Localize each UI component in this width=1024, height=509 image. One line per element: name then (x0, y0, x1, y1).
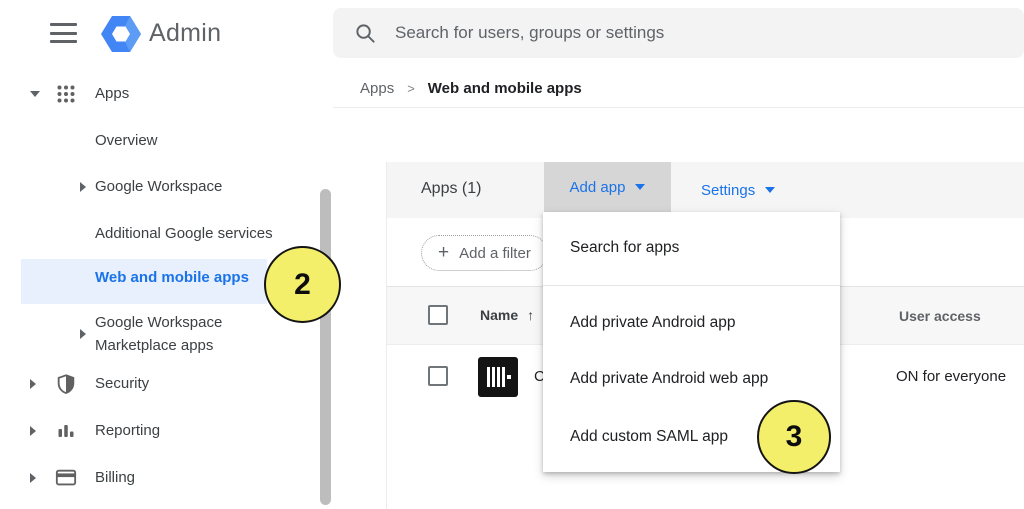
chevron-right-icon[interactable] (30, 473, 36, 483)
sidebar-item-label[interactable]: Google Workspace Marketplace apps (95, 311, 277, 357)
sidebar-item-label: Overview (95, 128, 158, 154)
menu-item-add-private-android-web-app[interactable]: Add private Android web app (543, 353, 840, 405)
sidebar-item-google-workspace[interactable]: Google Workspace (0, 174, 300, 200)
column-header-user-access: User access (899, 308, 981, 324)
settings-button[interactable]: Settings (701, 162, 775, 218)
select-all-checkbox[interactable] (428, 305, 448, 325)
sidebar-item-apps[interactable]: Apps (0, 81, 300, 107)
sidebar-item-label: Security (95, 371, 149, 397)
chevron-down-icon[interactable] (30, 91, 40, 97)
annotation-step-2-badge: 2 (264, 246, 341, 323)
breadcrumb-current: Web and mobile apps (428, 80, 582, 97)
menu-item-search-for-apps[interactable]: Search for apps (543, 212, 840, 284)
sidebar-item-security[interactable]: Security (0, 371, 300, 397)
chevron-right-icon[interactable] (30, 426, 36, 436)
search-icon (354, 22, 377, 45)
menu-item-add-private-android-app[interactable]: Add private Android app (543, 297, 840, 349)
credit-card-icon (55, 468, 77, 488)
breadcrumb-divider (333, 107, 1024, 108)
app-logo-icon (478, 357, 518, 397)
admin-hexagon-icon (99, 12, 143, 56)
annotation-step-3-badge: 3 (757, 400, 831, 474)
menu-divider (543, 285, 840, 286)
sidebar-item-label: Google Workspace (95, 174, 222, 200)
chevron-right-icon[interactable] (80, 182, 86, 192)
apps-toolbar: Apps (1) Add app Settings (387, 162, 1024, 218)
settings-label: Settings (701, 182, 755, 199)
dropdown-arrow-icon (635, 184, 645, 190)
sidebar-item-reporting[interactable]: Reporting (0, 418, 300, 444)
add-filter-chip[interactable]: + Add a filter (421, 235, 548, 271)
sort-ascending-icon: ↑ (527, 307, 534, 323)
bar-chart-icon (56, 421, 76, 441)
sidebar-item-label: Reporting (95, 418, 160, 444)
plus-icon: + (438, 242, 449, 264)
sidebar-item-label-selected[interactable]: Web and mobile apps (95, 269, 249, 286)
search-input[interactable] (395, 23, 955, 43)
row-checkbox[interactable] (428, 366, 448, 386)
sidebar-item-overview[interactable]: Overview (0, 128, 300, 154)
sidebar-item-label: Apps (95, 81, 129, 107)
shield-icon (55, 373, 77, 395)
dropdown-arrow-icon (765, 187, 775, 193)
user-access-cell: ON for everyone (896, 368, 1006, 385)
add-app-button[interactable]: Add app (544, 162, 671, 212)
column-header-name[interactable]: Name ↑ (480, 307, 534, 323)
column-name-label: Name (480, 307, 518, 323)
breadcrumb: Apps > Web and mobile apps (360, 80, 582, 97)
chevron-right-icon[interactable] (30, 379, 36, 389)
add-filter-label: Add a filter (459, 245, 531, 262)
add-app-label: Add app (570, 179, 626, 196)
apps-count-label: Apps (1) (421, 180, 481, 198)
breadcrumb-separator: > (407, 81, 415, 96)
sidebar-scrollbar-thumb[interactable] (320, 189, 331, 505)
chevron-right-icon[interactable] (80, 329, 86, 339)
sidebar-item-label: Billing (95, 465, 135, 491)
sidebar-item-label: Additional Google services (95, 221, 273, 247)
hamburger-menu-icon[interactable] (50, 23, 77, 43)
breadcrumb-parent-link[interactable]: Apps (360, 80, 394, 97)
global-search-bar[interactable] (333, 8, 1024, 58)
sidebar-item-billing[interactable]: Billing (0, 465, 300, 491)
sidebar-item-additional-google-services[interactable]: Additional Google services (0, 221, 300, 247)
apps-grid-icon (56, 84, 76, 104)
google-admin-logo[interactable] (99, 12, 143, 61)
brand-title: Admin (149, 19, 221, 48)
